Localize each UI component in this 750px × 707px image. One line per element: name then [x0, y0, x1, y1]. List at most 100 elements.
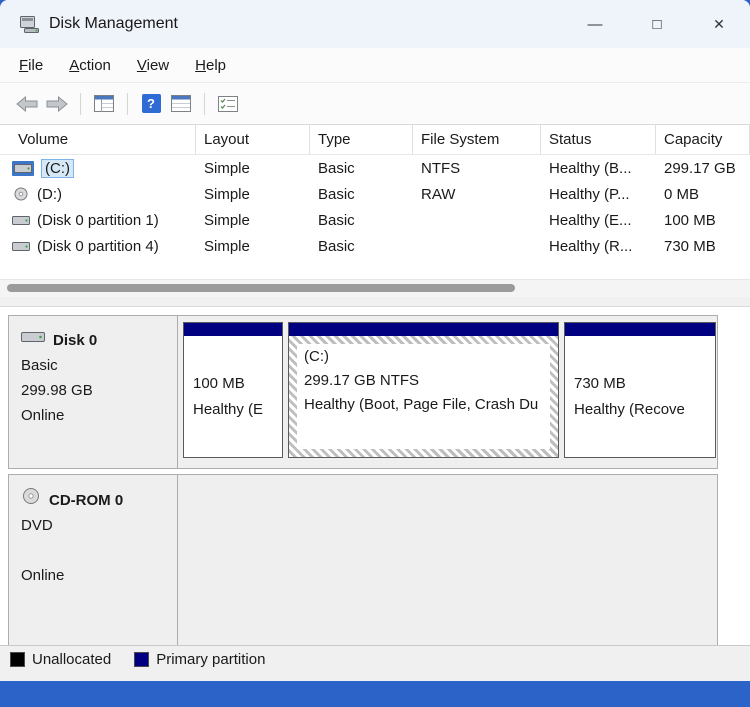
disk0-row: Disk 0 Basic 299.98 GB Online 100 MB Hea…: [8, 315, 718, 469]
volume-list-header: Volume Layout Type File System Status Ca…: [0, 125, 750, 155]
disk-volume-icon: [12, 160, 34, 176]
close-button[interactable]: ✕: [688, 0, 750, 48]
cdrom0-media-area[interactable]: [178, 475, 717, 645]
titlebar: Disk Management — □ ✕: [0, 0, 750, 48]
type-value: Basic: [318, 185, 355, 203]
partition-name: (C:): [304, 348, 329, 365]
primary-partition-swatch: [134, 652, 150, 667]
column-header-file-system[interactable]: File System: [413, 125, 541, 154]
layout-value: Simple: [204, 211, 250, 229]
disk-management-app-icon: [20, 15, 39, 33]
partition-c-selected[interactable]: (C:) 299.17 GB NTFS Healthy (Boot, Page …: [288, 322, 559, 458]
list-empty-space: [0, 259, 750, 279]
volume-row-partition4[interactable]: (Disk 0 partition 4) Simple Basic Health…: [0, 233, 750, 259]
help-icon[interactable]: ?: [136, 89, 166, 119]
cd-volume-icon: [12, 187, 30, 201]
partition-status: Healthy (E: [193, 400, 264, 418]
menu-action[interactable]: Action: [56, 53, 124, 78]
pane-splitter[interactable]: [0, 297, 750, 307]
column-header-layout[interactable]: Layout: [196, 125, 310, 154]
type-value: Basic: [318, 237, 355, 255]
disk-name: Disk 0: [53, 332, 98, 349]
partition-size: 730 MB: [574, 374, 626, 392]
window-controls: — □ ✕: [564, 0, 750, 48]
volume-row-partition1[interactable]: (Disk 0 partition 1) Simple Basic Health…: [0, 207, 750, 233]
disk0-partitions: 100 MB Healthy (E (C:) 299.17 GB NTFS He…: [178, 316, 717, 468]
status-value: Healthy (R...: [549, 237, 633, 255]
horizontal-scrollbar[interactable]: [0, 279, 750, 297]
partition-recovery[interactable]: 730 MB Healthy (Recove: [564, 322, 716, 458]
status-value: Healthy (B...: [549, 159, 632, 177]
disk-volume-icon: [12, 240, 30, 253]
capacity-value: 100 MB: [664, 211, 716, 229]
partition-size: 100 MB: [193, 374, 245, 392]
disk-status: Online: [21, 407, 65, 424]
window-title: Disk Management: [49, 15, 178, 32]
cdrom-type: DVD: [21, 517, 53, 534]
legend-bar: Unallocated Primary partition: [0, 645, 750, 673]
partition-color-bar: [289, 323, 558, 336]
cdrom-empty-line: [21, 538, 177, 563]
disk-size: 299.98 GB: [21, 382, 93, 399]
cdrom-name: CD-ROM 0: [49, 491, 124, 509]
toolbar: ?: [0, 83, 750, 125]
file-system-value: RAW: [421, 185, 456, 203]
file-system-value: NTFS: [421, 159, 461, 177]
primary-partition-label: Primary partition: [156, 651, 266, 668]
volume-row-d[interactable]: (D:) Simple Basic RAW Healthy (P... 0 MB: [0, 181, 750, 207]
unallocated-label: Unallocated: [32, 651, 112, 668]
volume-name: (D:): [37, 185, 62, 203]
disk-icon: [21, 328, 45, 353]
window-bottom-edge: [0, 673, 750, 681]
show-details-icon[interactable]: [166, 89, 196, 119]
unallocated-swatch: [10, 652, 25, 667]
menu-help[interactable]: Help: [182, 53, 239, 78]
cdrom-status: Online: [21, 567, 65, 584]
graphical-view: Disk 0 Basic 299.98 GB Online 100 MB Hea…: [0, 307, 750, 645]
show-console-tree-icon[interactable]: [89, 89, 119, 119]
partition-color-bar: [184, 323, 282, 336]
type-value: Basic: [318, 211, 355, 229]
volume-name: (Disk 0 partition 1): [37, 211, 159, 229]
forward-arrow-icon[interactable]: [42, 89, 72, 119]
volume-list: Volume Layout Type File System Status Ca…: [0, 125, 750, 279]
back-arrow-icon[interactable]: [12, 89, 42, 119]
cdrom0-label[interactable]: CD-ROM 0 DVD Online: [9, 475, 178, 645]
cdrom-icon: [21, 487, 41, 513]
desktop: { "window": { "title": "Disk Management"…: [0, 0, 750, 707]
disk-management-window: Disk Management — □ ✕ File Action View H…: [0, 0, 750, 681]
volume-row-c[interactable]: (C:) Simple Basic NTFS Healthy (B... 299…: [0, 155, 750, 181]
column-header-capacity[interactable]: Capacity: [656, 125, 750, 154]
status-value: Healthy (E...: [549, 211, 632, 229]
cdrom0-row: CD-ROM 0 DVD Online: [8, 474, 718, 645]
capacity-value: 0 MB: [664, 185, 700, 203]
layout-value: Simple: [204, 185, 250, 203]
scrollbar-thumb[interactable]: [7, 284, 515, 292]
maximize-button[interactable]: □: [626, 0, 688, 48]
layout-value: Simple: [204, 237, 250, 255]
toolbar-separator: [80, 92, 81, 115]
disk-volume-icon: [12, 214, 30, 227]
capacity-value: 299.17 GB: [664, 159, 736, 177]
minimize-button[interactable]: —: [564, 0, 626, 48]
toolbar-separator: [127, 92, 128, 115]
column-header-status[interactable]: Status: [541, 125, 656, 154]
disk-type: Basic: [21, 357, 58, 374]
column-header-volume[interactable]: Volume: [0, 125, 196, 154]
partition-status: Healthy (Boot, Page File, Crash Du: [304, 396, 539, 413]
volume-name: (Disk 0 partition 4): [37, 237, 159, 255]
partition-size: 299.17 GB NTFS: [304, 372, 420, 389]
menu-file[interactable]: File: [6, 53, 56, 78]
partition-status: Healthy (Recove: [574, 400, 685, 418]
menubar: File Action View Help: [0, 48, 750, 83]
menu-view[interactable]: View: [124, 53, 182, 78]
toolbar-separator: [204, 92, 205, 115]
volume-name: (C:): [41, 158, 74, 178]
partition-color-bar: [565, 323, 715, 336]
type-value: Basic: [318, 159, 355, 177]
customize-view-icon[interactable]: [213, 89, 243, 119]
column-header-type[interactable]: Type: [310, 125, 413, 154]
disk0-label[interactable]: Disk 0 Basic 299.98 GB Online: [9, 316, 178, 468]
capacity-value: 730 MB: [664, 237, 716, 255]
partition-system[interactable]: 100 MB Healthy (E: [183, 322, 283, 458]
